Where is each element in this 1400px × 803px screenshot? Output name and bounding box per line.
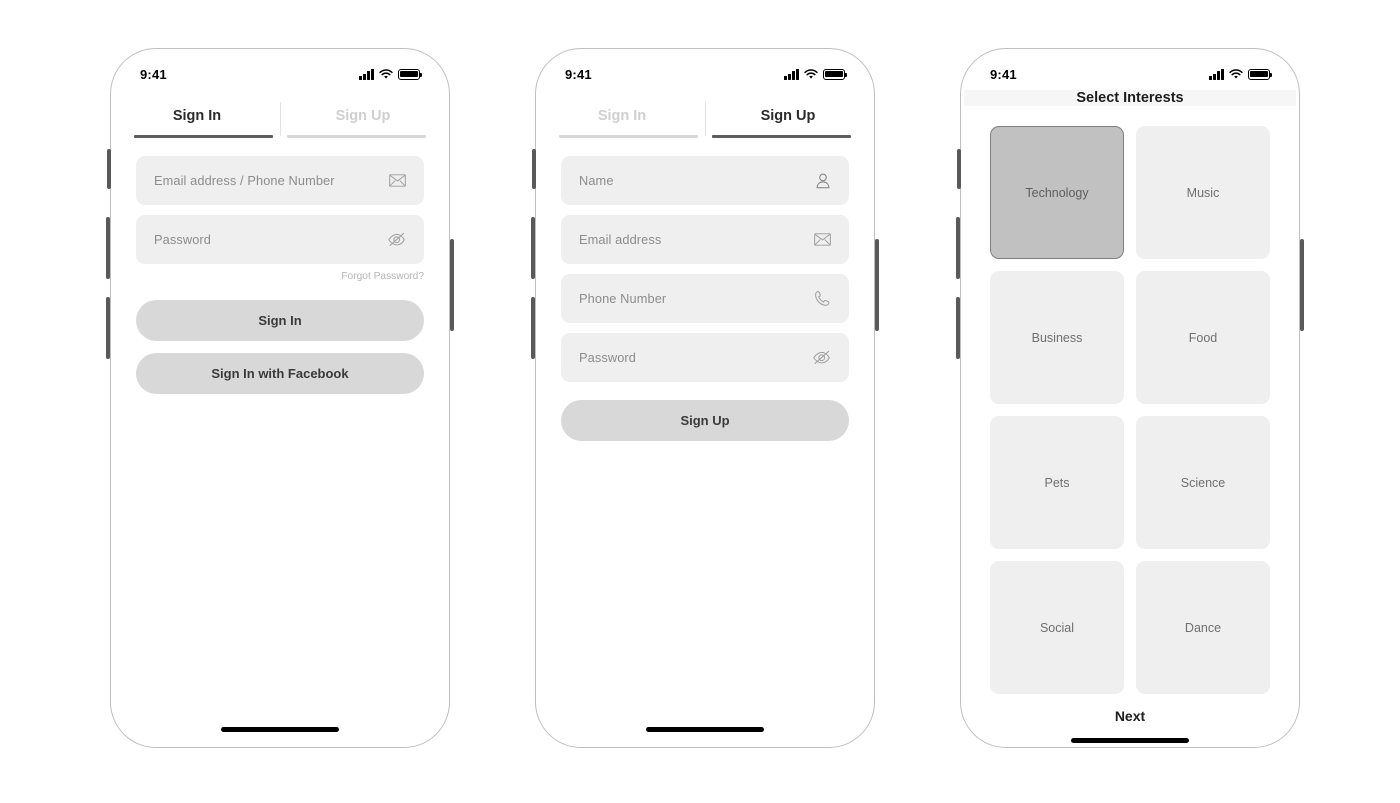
person-icon: [815, 173, 831, 189]
envelope-icon: [814, 233, 831, 247]
signal-bars-icon: [784, 68, 799, 80]
battery-full-icon: [398, 68, 423, 80]
silence-switch-button[interactable]: [532, 149, 536, 189]
power-button[interactable]: [875, 239, 879, 331]
interest-tile-label: Business: [1031, 330, 1083, 345]
auth-tabs: Sign In Sign Up: [114, 98, 446, 136]
home-indicator[interactable]: [646, 727, 764, 732]
eye-slash-icon[interactable]: [812, 350, 831, 365]
screen-sign-in: 9:41 Sign In Sign Up Email address / Pho…: [114, 52, 446, 744]
status-time: 9:41: [990, 66, 1017, 82]
eye-slash-icon[interactable]: [387, 232, 406, 247]
volume-down-button[interactable]: [531, 297, 535, 359]
sign-up-form: Name Email address Phone Number Password: [539, 138, 871, 383]
volume-up-button[interactable]: [106, 217, 110, 279]
status-icons: [359, 68, 423, 80]
power-button[interactable]: [1300, 239, 1304, 331]
interest-tile-dance[interactable]: Dance: [1136, 561, 1270, 694]
next-button[interactable]: Next: [964, 694, 1296, 724]
volume-up-button[interactable]: [956, 217, 960, 279]
interest-tile-music[interactable]: Music: [1136, 126, 1270, 259]
silence-switch-button[interactable]: [107, 149, 111, 189]
phone-mockup-sign-in: 9:41 Sign In Sign Up Email address / Pho…: [106, 48, 454, 748]
email-or-phone-placeholder: Email address / Phone Number: [154, 173, 335, 189]
battery-full-icon: [1248, 68, 1273, 80]
password-placeholder: Password: [154, 232, 211, 248]
home-indicator[interactable]: [221, 727, 339, 732]
home-indicator-area: [964, 724, 1296, 744]
interest-tile-label: Social: [1039, 620, 1075, 635]
screen-sign-up: 9:41 Sign In Sign Up Name Email address …: [539, 52, 871, 744]
name-field[interactable]: Name: [561, 156, 849, 206]
status-icons: [784, 68, 848, 80]
signal-bars-icon: [1209, 68, 1224, 80]
status-time: 9:41: [565, 66, 592, 82]
sign-up-actions: Sign Up: [539, 382, 871, 442]
home-indicator-area: [539, 713, 871, 744]
screen-select-interests: 9:41 Select Interests Technology Music B…: [964, 52, 1296, 744]
sign-in-with-facebook-button[interactable]: Sign In with Facebook: [136, 353, 424, 395]
tab-sign-in[interactable]: Sign In: [539, 98, 705, 135]
status-bar: 9:41: [539, 52, 871, 86]
silence-switch-button[interactable]: [957, 149, 961, 189]
tab-sign-in[interactable]: Sign In: [114, 98, 280, 135]
sign-in-button[interactable]: Sign In: [136, 300, 424, 342]
status-icons: [1209, 68, 1273, 80]
sign-in-form: Email address / Phone Number Password: [114, 138, 446, 265]
phone-mockup-sign-up: 9:41 Sign In Sign Up Name Email address …: [531, 48, 879, 748]
interest-tile-label: Pets: [1044, 475, 1070, 490]
signal-bars-icon: [359, 68, 374, 80]
email-field[interactable]: Email address: [561, 215, 849, 265]
interest-tile-pets[interactable]: Pets: [990, 416, 1124, 549]
password-field[interactable]: Password: [561, 333, 849, 383]
screenshot-canvas: 9:41 Sign In Sign Up Email address / Pho…: [0, 0, 1400, 803]
interest-tile-business[interactable]: Business: [990, 271, 1124, 404]
email-or-phone-field[interactable]: Email address / Phone Number: [136, 156, 424, 206]
tab-sign-up[interactable]: Sign Up: [280, 98, 446, 135]
interests-grid: Technology Music Business Food Pets Scie…: [964, 106, 1296, 694]
interest-tile-social[interactable]: Social: [990, 561, 1124, 694]
phone-number-placeholder: Phone Number: [579, 291, 667, 307]
tab-sign-up[interactable]: Sign Up: [705, 98, 871, 135]
interest-tile-label: Technology: [1025, 185, 1089, 200]
home-indicator[interactable]: [1071, 738, 1189, 743]
email-placeholder: Email address: [579, 232, 662, 248]
sign-in-actions: Sign In Sign In with Facebook: [114, 282, 446, 395]
battery-full-icon: [823, 68, 848, 80]
interest-tile-food[interactable]: Food: [1136, 271, 1270, 404]
status-bar: 9:41: [114, 52, 446, 86]
volume-up-button[interactable]: [531, 217, 535, 279]
forgot-password-link[interactable]: Forgot Password?: [114, 264, 446, 282]
auth-tabs: Sign In Sign Up: [539, 98, 871, 136]
status-bar: 9:41: [964, 52, 1296, 86]
sign-up-button[interactable]: Sign Up: [561, 400, 849, 442]
wifi-icon: [804, 68, 818, 79]
interest-tile-label: Food: [1188, 330, 1218, 345]
interest-tile-technology[interactable]: Technology: [990, 126, 1124, 259]
interest-tile-label: Dance: [1184, 620, 1222, 635]
home-indicator-area: [114, 713, 446, 744]
volume-down-button[interactable]: [956, 297, 960, 359]
phone-handset-icon: [814, 290, 831, 307]
interest-tile-label: Music: [1186, 185, 1220, 200]
wifi-icon: [379, 68, 393, 79]
phone-mockup-select-interests: 9:41 Select Interests Technology Music B…: [956, 48, 1304, 748]
phone-number-field[interactable]: Phone Number: [561, 274, 849, 324]
wifi-icon: [1229, 68, 1243, 79]
envelope-icon: [389, 174, 406, 188]
interest-tile-label: Science: [1180, 475, 1226, 490]
password-placeholder: Password: [579, 350, 636, 366]
password-field[interactable]: Password: [136, 215, 424, 265]
name-placeholder: Name: [579, 173, 614, 189]
volume-down-button[interactable]: [106, 297, 110, 359]
status-time: 9:41: [140, 66, 167, 82]
page-title: Select Interests: [1076, 90, 1184, 106]
interest-tile-science[interactable]: Science: [1136, 416, 1270, 549]
power-button[interactable]: [450, 239, 454, 331]
app-header: Select Interests: [964, 90, 1296, 106]
